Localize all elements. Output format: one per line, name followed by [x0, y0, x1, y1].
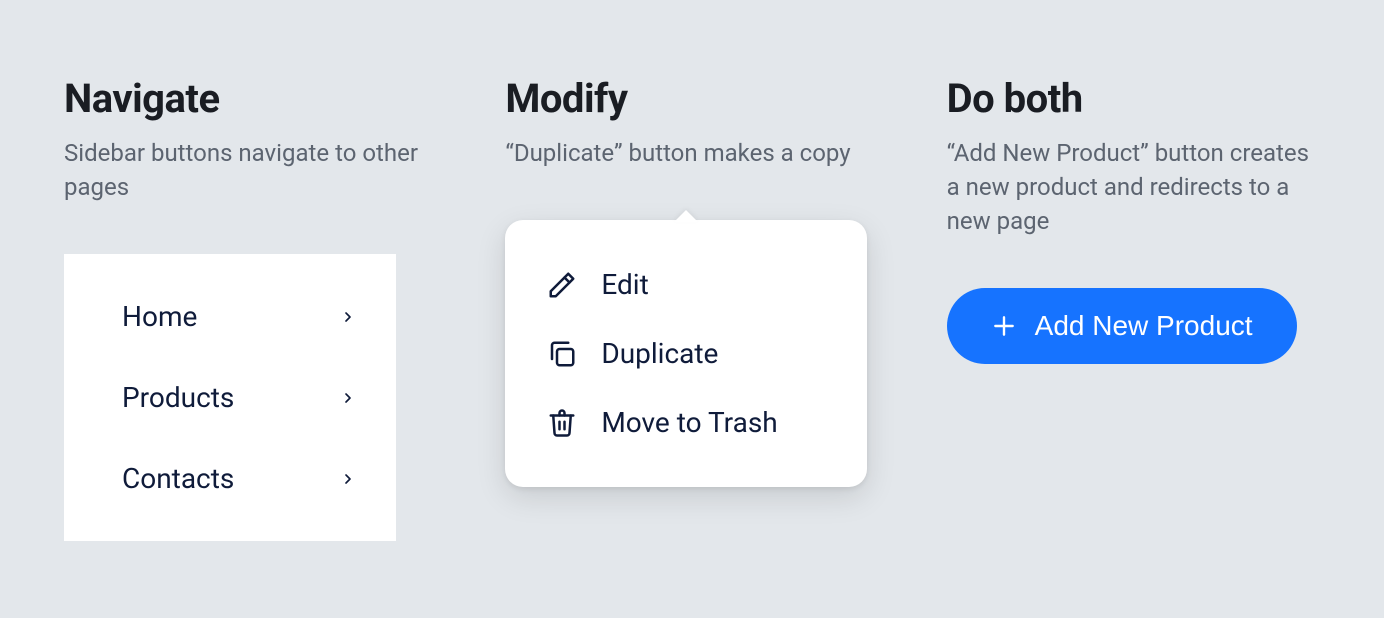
- copy-icon: [547, 339, 577, 369]
- menu-item-label: Move to Trash: [601, 406, 777, 439]
- doboth-title: Do both: [947, 75, 1320, 122]
- menu-item-label: Duplicate: [601, 337, 718, 370]
- menu-item-label: Edit: [601, 268, 648, 301]
- trash-icon: [547, 408, 577, 438]
- add-button-label: Add New Product: [1035, 310, 1253, 342]
- navigate-title: Navigate: [64, 75, 437, 122]
- modify-title: Modify: [505, 75, 878, 122]
- sidebar-item-home[interactable]: Home: [64, 276, 396, 357]
- chevron-right-icon: [340, 471, 356, 487]
- modify-column: Modify “Duplicate” button makes a copy E…: [505, 75, 878, 618]
- chevron-right-icon: [340, 390, 356, 406]
- sidebar-item-contacts[interactable]: Contacts: [64, 438, 396, 519]
- sidebar-item-label: Contacts: [122, 462, 234, 495]
- menu-item-duplicate[interactable]: Duplicate: [505, 319, 867, 388]
- menu-item-move-to-trash[interactable]: Move to Trash: [505, 388, 867, 457]
- sidebar-item-products[interactable]: Products: [64, 357, 396, 438]
- navigate-description: Sidebar buttons navigate to other pages: [64, 136, 437, 204]
- modify-description: “Duplicate” button makes a copy: [505, 136, 878, 170]
- doboth-column: Do both “Add New Product” button creates…: [947, 75, 1320, 618]
- sidebar-item-label: Products: [122, 381, 234, 414]
- chevron-right-icon: [340, 309, 356, 325]
- action-popover: Edit Duplicate Move to Tras: [505, 220, 867, 487]
- doboth-description: “Add New Product” button creates a new p…: [947, 136, 1320, 238]
- add-new-product-button[interactable]: Add New Product: [947, 288, 1297, 364]
- sidebar-item-label: Home: [122, 300, 197, 333]
- navigate-column: Navigate Sidebar buttons navigate to oth…: [64, 75, 437, 618]
- menu-item-edit[interactable]: Edit: [505, 250, 867, 319]
- plus-icon: [991, 313, 1017, 339]
- sidebar-nav: Home Products Contacts: [64, 254, 396, 541]
- pencil-icon: [547, 270, 577, 300]
